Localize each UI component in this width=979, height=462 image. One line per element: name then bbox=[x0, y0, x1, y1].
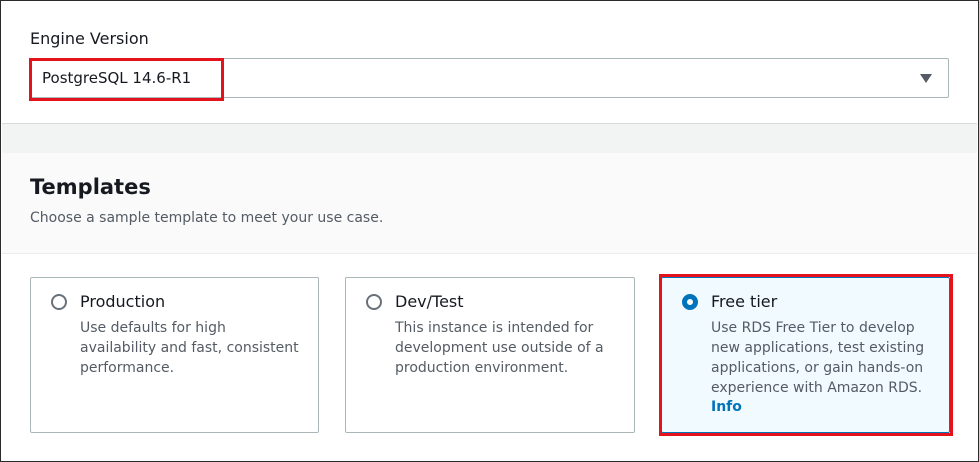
radio-dev-test[interactable] bbox=[366, 294, 382, 310]
free-tier-highlight-box bbox=[659, 274, 953, 436]
radio-production[interactable] bbox=[51, 294, 67, 310]
templates-header: Templates Choose a sample template to me… bbox=[2, 153, 977, 254]
template-card-dev-test[interactable]: Dev/Test This instance is intended for d… bbox=[345, 277, 635, 433]
engine-version-highlight-box bbox=[29, 58, 224, 101]
template-title-dev-test: Dev/Test bbox=[395, 292, 464, 311]
caret-down-icon bbox=[920, 74, 932, 83]
template-card-production[interactable]: Production Use defaults for high availab… bbox=[30, 277, 319, 433]
template-description-production: Use defaults for high availability and f… bbox=[80, 320, 299, 376]
section-divider bbox=[2, 123, 977, 154]
engine-version-label: Engine Version bbox=[30, 29, 149, 48]
templates-title: Templates bbox=[30, 175, 151, 199]
template-description-dev-test: This instance is intended for developmen… bbox=[395, 320, 604, 376]
rds-create-database-panel: Engine Version PostgreSQL 14.6-R1 Templa… bbox=[0, 0, 979, 462]
templates-description: Choose a sample template to meet your us… bbox=[30, 210, 384, 226]
template-title-production: Production bbox=[80, 292, 166, 311]
